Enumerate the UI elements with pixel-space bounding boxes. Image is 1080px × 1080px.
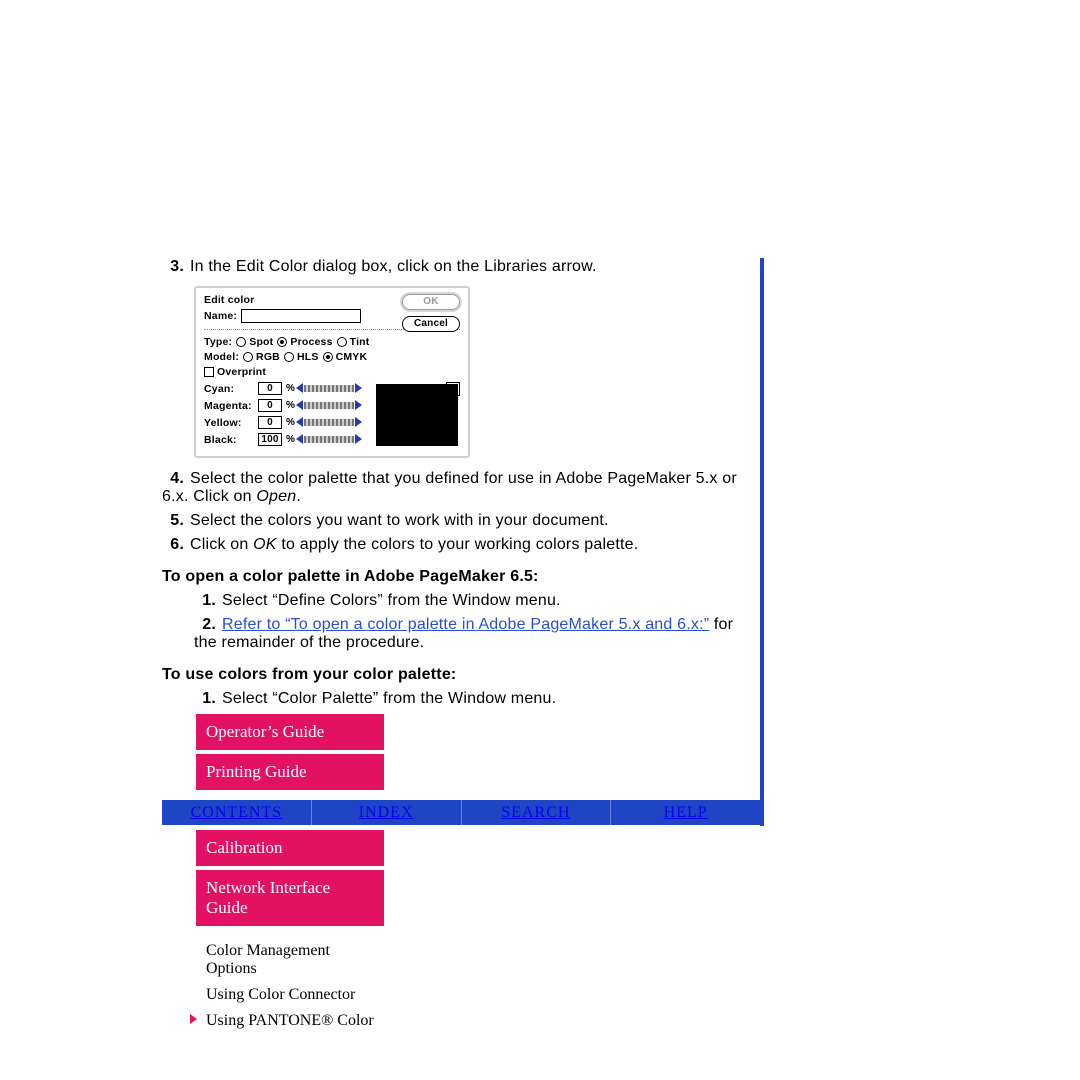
black-value[interactable]: 100	[258, 433, 282, 446]
step-text: In the Edit Color dialog box, click on t…	[190, 258, 597, 275]
step-number: 3.	[162, 258, 184, 276]
cyan-slider[interactable]	[296, 383, 362, 394]
step-3: 3. In the Edit Color dialog box, click on…	[162, 258, 760, 276]
page-content: 3. In the Edit Color dialog box, click on…	[162, 258, 962, 1034]
cancel-button[interactable]: Cancel	[402, 316, 460, 332]
magenta-value[interactable]: 0	[258, 399, 282, 412]
name-label: Name:	[204, 310, 237, 322]
model-rgb-radio[interactable]: RGB	[243, 351, 280, 363]
black-slider[interactable]	[296, 434, 362, 445]
cross-ref-link[interactable]: Refer to “To open a color palette in Ado…	[222, 616, 709, 633]
color-swatch	[376, 384, 458, 446]
model-label: Model:	[204, 351, 239, 363]
name-input[interactable]	[241, 309, 361, 323]
overprint-row: Overprint	[204, 366, 460, 378]
model-row: Model: RGB HLS CMYK	[204, 351, 460, 363]
cyan-value[interactable]: 0	[258, 382, 282, 395]
bottom-contents[interactable]: CONTENTS	[162, 800, 312, 825]
step-number: 6.	[162, 536, 184, 554]
step-text: Select “Define Colors” from the Window m…	[222, 592, 561, 609]
bottom-bar: CONTENTS INDEX SEARCH HELP	[162, 800, 760, 825]
step-5: 5. Select the colors you want to work wit…	[162, 512, 760, 530]
nav-network-interface[interactable]: Network Interface Guide	[196, 870, 384, 926]
bottom-help[interactable]: HELP	[611, 800, 760, 825]
step-6: 6.Click on OK to apply the colors to you…	[162, 536, 760, 554]
nav-printing-guide[interactable]: Printing Guide	[196, 754, 384, 790]
magenta-slider[interactable]	[296, 400, 362, 411]
type-spot-radio[interactable]: Spot	[236, 336, 273, 348]
main-column: 3. In the Edit Color dialog box, click on…	[162, 258, 760, 714]
step-text: Select the colors you want to work with …	[190, 512, 609, 529]
nav-sub-color-connector[interactable]: Using Color Connector	[196, 982, 384, 1008]
substep-3: 1. Select “Color Palette” from the Window…	[162, 690, 760, 708]
yellow-value[interactable]: 0	[258, 416, 282, 429]
step-text: Select “Color Palette” from the Window m…	[222, 690, 556, 707]
step-number: 4.	[162, 470, 184, 488]
heading-use-colors: To use colors from your color palette:	[162, 666, 760, 684]
nav-sub-cm-options[interactable]: Color Management Options	[196, 938, 384, 982]
substep-1: 1. Select “Define Colors” from the Window…	[162, 592, 760, 610]
yellow-slider[interactable]	[296, 417, 362, 428]
step-number: 2.	[194, 616, 216, 634]
type-row: Type: Spot Process Tint	[204, 336, 460, 348]
nav-sub-pantone[interactable]: Using PANTONE® Color	[196, 1008, 384, 1034]
step-text: Select the color palette that you define…	[162, 470, 737, 505]
nav-calibration[interactable]: Calibration	[196, 830, 384, 866]
step-4: 4.Select the color palette that you defi…	[162, 470, 760, 506]
vertical-rule	[760, 258, 764, 826]
bottom-index[interactable]: INDEX	[312, 800, 462, 825]
overprint-checkbox[interactable]: Overprint	[204, 366, 266, 378]
model-hls-radio[interactable]: HLS	[284, 351, 319, 363]
sidebar: Operator’s Guide Printing Guide Color Ma…	[184, 714, 384, 1034]
step-number: 1.	[194, 592, 216, 610]
ok-button[interactable]: OK	[402, 294, 460, 310]
step-text: Click on	[190, 536, 253, 553]
nav-operators-guide[interactable]: Operator’s Guide	[196, 714, 384, 750]
ok-word: OK	[253, 536, 277, 553]
type-process-radio[interactable]: Process	[277, 336, 332, 348]
open-word: Open	[256, 488, 296, 505]
heading-open-65: To open a color palette in Adobe PageMak…	[162, 568, 760, 586]
sidebar-nav: Operator’s Guide Printing Guide Color Ma…	[184, 714, 384, 1034]
step-number: 5.	[162, 512, 184, 530]
model-cmyk-radio[interactable]: CMYK	[323, 351, 368, 363]
type-label: Type:	[204, 336, 232, 348]
type-tint-radio[interactable]: Tint	[337, 336, 370, 348]
substep-2: 2. Refer to “To open a color palette in A…	[162, 616, 760, 652]
bottom-search[interactable]: SEARCH	[462, 800, 612, 825]
step-number: 1.	[194, 690, 216, 708]
edit-color-dialog: Edit color OK Cancel Name: Type: Spot Pr…	[194, 286, 470, 458]
